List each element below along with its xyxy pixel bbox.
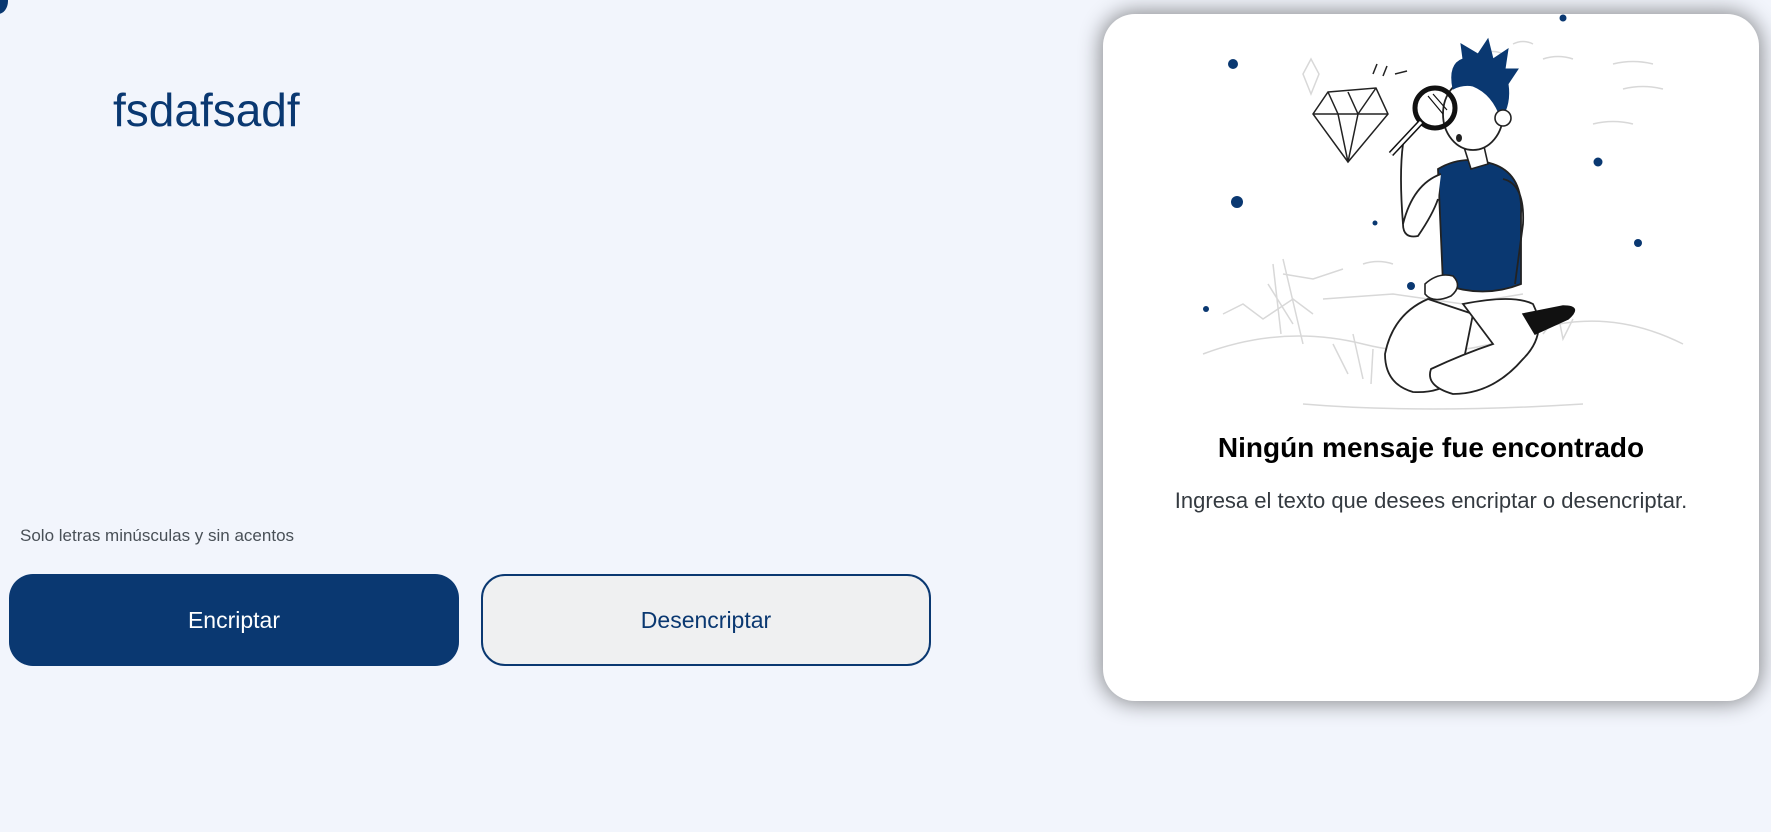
hint: Solo letras minúsculas y sin acentos (20, 526, 294, 546)
hint-text: Solo letras minúsculas y sin acentos (20, 526, 295, 545)
empty-state-title: Ningún mensaje fue encontrado (1217, 432, 1645, 463)
message-input[interactable] (113, 80, 1013, 480)
person-magnifying-glass-illustration (1202, 14, 1684, 410)
logo (0, 0, 8, 14)
output-panel: Ningún mensaje fue encontrado Ingresa el… (1103, 14, 1759, 701)
empty-state-subtitle: Ingresa el texto que desees encriptar o … (1174, 488, 1688, 513)
encrypt-button[interactable]: Encriptar (9, 574, 459, 666)
decrypt-button[interactable]: Desencriptar (481, 574, 931, 666)
